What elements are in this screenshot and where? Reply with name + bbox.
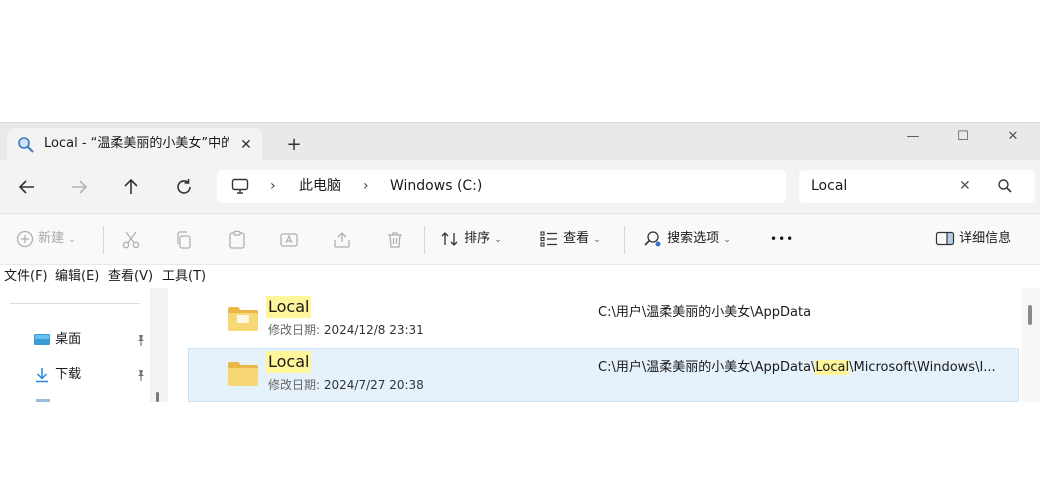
maximize-icon[interactable]: ☐ xyxy=(950,126,976,148)
sort-icon xyxy=(441,231,458,246)
refresh-icon[interactable] xyxy=(172,175,196,199)
sort-button[interactable]: 排序 ⌄ xyxy=(440,227,502,251)
chevron-down-icon: ⌄ xyxy=(723,235,731,245)
computer-icon xyxy=(231,178,249,194)
desktop-icon xyxy=(34,333,50,345)
new-button[interactable]: 新建 ⌄ xyxy=(16,227,76,251)
cut-icon[interactable] xyxy=(121,228,141,252)
paste-icon[interactable] xyxy=(227,228,247,252)
sidebar-item-desktop[interactable]: 桌面 xyxy=(33,329,81,351)
sidebar-item-label: 下载 xyxy=(55,367,82,382)
pin-icon[interactable] xyxy=(134,368,148,382)
path-match-highlight: Local xyxy=(815,360,850,375)
scrollbar-thumb[interactable] xyxy=(1028,305,1032,325)
file-path: C:\用户\温柔美丽的小美女\AppData xyxy=(598,305,812,320)
search-options-label: 搜索选项 xyxy=(667,231,720,246)
details-pane-button[interactable]: 详细信息 xyxy=(935,227,1011,251)
file-name: Local xyxy=(266,351,312,373)
scrollbar-thumb[interactable] xyxy=(156,392,159,402)
delete-icon[interactable] xyxy=(385,228,405,252)
tab-search-results[interactable]: Local - “温柔美丽的小美女”中的 ✕ xyxy=(7,128,262,161)
tab-title: Local - “温柔美丽的小美女”中的 xyxy=(44,136,229,151)
path-suffix: \Microsoft\Windows\I... xyxy=(849,360,996,375)
new-tab-icon[interactable]: + xyxy=(284,135,304,155)
divider xyxy=(624,226,625,254)
list-item[interactable]: Local 修改日期: 2024/7/27 20:38 C:\用户\温柔美丽的小… xyxy=(188,348,1019,402)
close-window-icon[interactable]: ✕ xyxy=(1000,126,1026,148)
share-icon[interactable] xyxy=(332,228,352,252)
back-icon[interactable] xyxy=(15,175,39,199)
folder-icon xyxy=(228,307,258,331)
date-value: 2024/7/27 20:38 xyxy=(323,378,424,392)
file-name: Local xyxy=(266,296,312,318)
pin-icon[interactable] xyxy=(134,333,148,347)
modified-date: 修改日期: 2024/7/27 20:38 xyxy=(268,377,424,393)
search-box[interactable]: Local ✕ xyxy=(799,170,1035,203)
command-bar: 新建 ⌄ 排序 ⌄ 查看 ⌄ 搜索选项 ⌄ ••• 详细信息 xyxy=(0,213,1040,264)
details-pane-icon xyxy=(935,231,955,245)
download-icon xyxy=(36,367,48,382)
breadcrumb-drive-c[interactable]: Windows (C:) xyxy=(390,178,482,195)
menu-file[interactable]: 文件(F) xyxy=(4,268,48,285)
chevron-right-icon: › xyxy=(363,178,369,194)
modified-date: 修改日期: 2024/12/8 23:31 xyxy=(268,322,424,338)
search-options-icon xyxy=(644,230,661,246)
new-button-label: 新建 xyxy=(38,231,65,246)
breadcrumb[interactable]: › 此电脑 › Windows (C:) xyxy=(217,170,786,203)
close-tab-icon[interactable]: ✕ xyxy=(237,136,255,154)
date-label: 修改日期: xyxy=(268,323,321,337)
folder-icon xyxy=(228,362,258,386)
content-scrollbar[interactable] xyxy=(1022,288,1040,402)
sort-button-label: 排序 xyxy=(464,231,491,246)
search-results-list: Local 修改日期: 2024/12/8 23:31 C:\用户\温柔美丽的小… xyxy=(168,288,1040,402)
divider xyxy=(10,303,140,304)
rename-icon[interactable] xyxy=(279,228,299,252)
menu-view[interactable]: 查看(V) xyxy=(108,268,153,285)
date-label: 修改日期: xyxy=(268,378,321,392)
navigation-pane: 桌面 下载 xyxy=(0,288,152,402)
menu-bar: 文件(F) 编辑(E) 查看(V) 工具(T) xyxy=(0,264,1040,288)
search-icon[interactable] xyxy=(997,178,1013,194)
view-list-icon xyxy=(540,230,557,247)
menu-edit[interactable]: 编辑(E) xyxy=(55,268,99,285)
view-button[interactable]: 查看 ⌄ xyxy=(539,227,601,251)
chevron-down-icon: ⌄ xyxy=(494,235,502,245)
file-path: C:\用户\温柔美丽的小美女\AppData\Local\Microsoft\W… xyxy=(598,359,1008,377)
sidebar-item-partial xyxy=(36,399,50,402)
sidebar-item-label: 桌面 xyxy=(55,332,82,347)
chevron-down-icon: ⌄ xyxy=(593,235,601,245)
date-value: 2024/12/8 23:31 xyxy=(323,323,424,337)
sidebar-scrollbar[interactable] xyxy=(150,288,168,402)
chevron-right-icon: › xyxy=(270,178,276,194)
view-button-label: 查看 xyxy=(563,231,590,246)
screenshot-stage: Local - “温柔美丽的小美女”中的 ✕ + — ☐ ✕ › 此电脑 › W… xyxy=(0,0,1049,500)
details-button-label: 详细信息 xyxy=(959,231,1012,246)
sidebar-item-downloads[interactable]: 下载 xyxy=(33,364,81,386)
forward-icon[interactable] xyxy=(67,175,91,199)
minimize-icon[interactable]: — xyxy=(900,126,926,148)
search-options-button[interactable]: 搜索选项 ⌄ xyxy=(643,227,731,251)
search-input[interactable]: Local xyxy=(811,178,847,195)
path-prefix: C:\用户\温柔美丽的小美女\AppData\ xyxy=(598,360,816,375)
list-item[interactable]: Local 修改日期: 2024/12/8 23:31 C:\用户\温柔美丽的小… xyxy=(188,293,1019,347)
title-bar: Local - “温柔美丽的小美女”中的 ✕ + — ☐ ✕ xyxy=(0,122,1040,161)
copy-icon[interactable] xyxy=(174,228,194,252)
search-icon xyxy=(18,137,34,153)
clear-search-icon[interactable]: ✕ xyxy=(959,178,971,195)
chevron-down-icon: ⌄ xyxy=(68,235,76,245)
breadcrumb-this-pc[interactable]: 此电脑 xyxy=(299,178,341,195)
divider xyxy=(103,226,104,254)
up-icon[interactable] xyxy=(119,175,143,199)
file-explorer-window: Local - “温柔美丽的小美女”中的 ✕ + — ☐ ✕ › 此电脑 › W… xyxy=(0,122,1040,402)
more-options-icon[interactable]: ••• xyxy=(770,227,794,251)
divider xyxy=(424,226,425,254)
plus-circle-icon xyxy=(16,230,34,247)
address-bar: › 此电脑 › Windows (C:) Local ✕ xyxy=(0,160,1040,213)
menu-tools[interactable]: 工具(T) xyxy=(162,268,206,285)
